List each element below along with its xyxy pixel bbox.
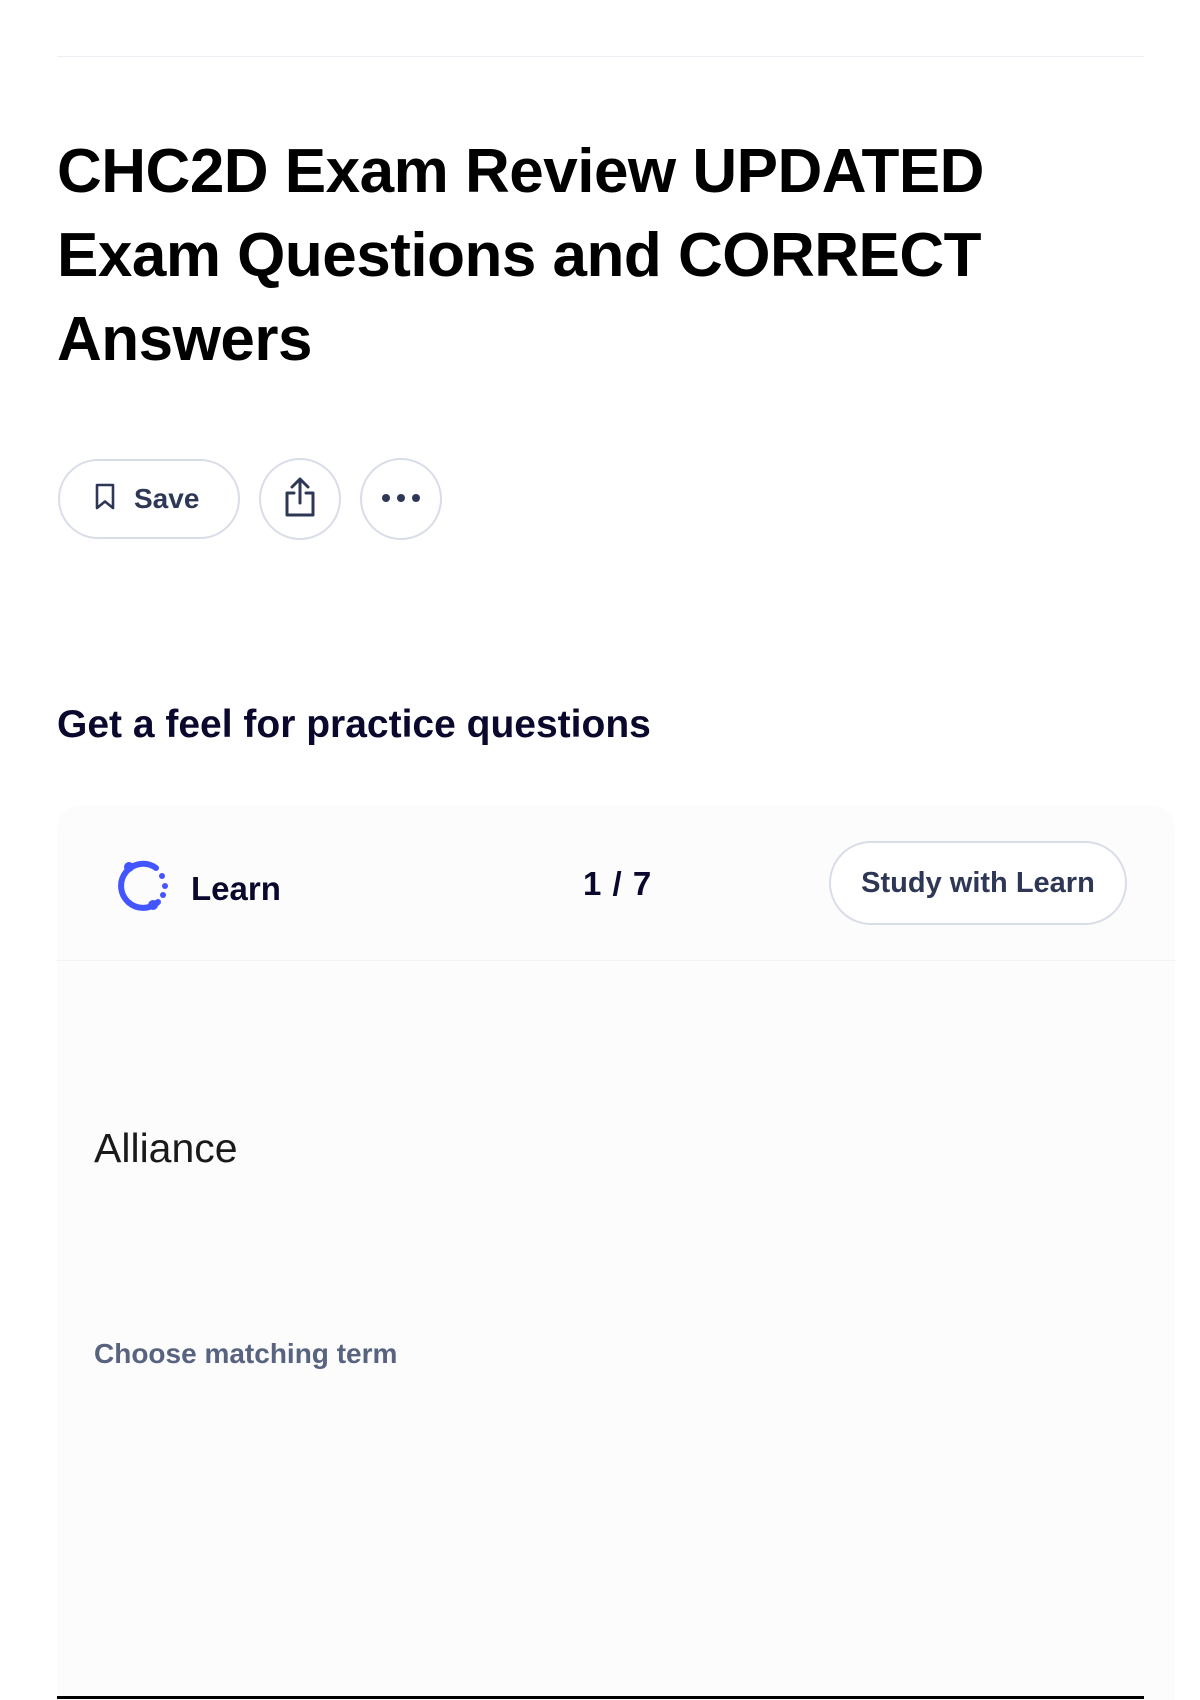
more-options-button[interactable] bbox=[360, 458, 442, 540]
save-button-label: Save bbox=[134, 483, 200, 514]
practice-card: Learn 1 / 7 Study with Learn Alliance Ch… bbox=[57, 805, 1175, 1700]
save-button[interactable]: Save bbox=[58, 459, 240, 539]
learn-mode-icon bbox=[113, 857, 171, 920]
study-with-learn-button[interactable]: Study with Learn bbox=[829, 841, 1127, 925]
question-instruction: Choose matching term bbox=[94, 1338, 398, 1369]
practice-card-header: Learn 1 / 7 Study with Learn bbox=[57, 805, 1175, 961]
share-icon bbox=[281, 476, 319, 523]
bookmark-icon bbox=[94, 483, 116, 516]
top-divider bbox=[57, 56, 1144, 57]
question-progress: 1 / 7 bbox=[583, 865, 653, 902]
action-bar: Save bbox=[58, 458, 442, 540]
bottom-rule bbox=[57, 1696, 1144, 1699]
question-term: Alliance bbox=[94, 1125, 238, 1171]
more-horizontal-icon bbox=[381, 490, 421, 508]
learn-label: Learn bbox=[191, 869, 281, 907]
learn-mode-label: Learn bbox=[113, 857, 281, 920]
page-title: CHC2D Exam Review UPDATED Exam Questions… bbox=[57, 137, 984, 374]
share-button[interactable] bbox=[259, 458, 341, 540]
practice-heading: Get a feel for practice questions bbox=[57, 703, 651, 746]
